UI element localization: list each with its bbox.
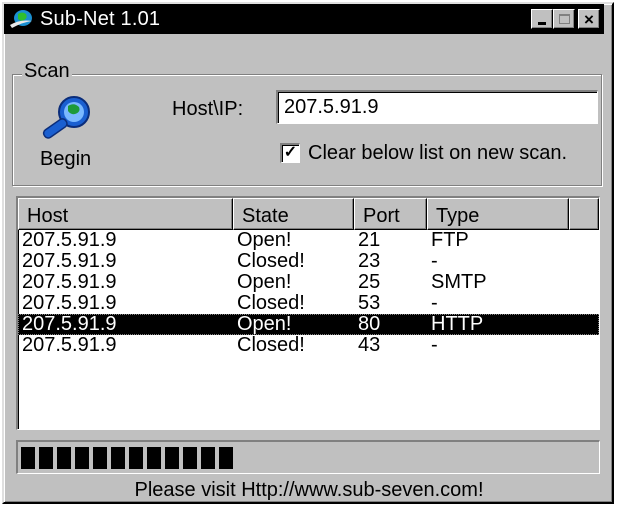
column-type[interactable]: Type — [427, 198, 569, 230]
begin-button[interactable]: Begin — [40, 148, 91, 171]
close-button[interactable]: × — [578, 9, 600, 29]
progress-block — [75, 447, 89, 469]
list-body: 207.5.91.9 Open! 21 FTP 207.5.91.9 Close… — [18, 230, 599, 356]
progress-block — [201, 447, 215, 469]
list-row[interactable]: 207.5.91.9 Open! 21 FTP — [18, 230, 599, 251]
cell-port: 21 — [358, 229, 381, 251]
column-filler — [569, 198, 599, 230]
progress-block — [39, 447, 53, 469]
cell-type: - — [431, 292, 438, 314]
checkmark-icon: ✓ — [283, 144, 298, 161]
progress-block — [93, 447, 107, 469]
title-bar[interactable]: Sub-Net 1.01 × — [4, 4, 604, 34]
clear-list-label[interactable]: Clear below list on new scan. — [308, 142, 567, 165]
column-state[interactable]: State — [233, 198, 354, 230]
progress-block — [183, 447, 197, 469]
progress-block — [57, 447, 71, 469]
scan-group-label: Scan — [22, 60, 72, 83]
cell-type: - — [431, 334, 438, 356]
progress-block — [111, 447, 125, 469]
minimize-button[interactable] — [531, 9, 553, 29]
scan-progress-bar — [16, 440, 600, 474]
list-row[interactable]: 207.5.91.9 Open! 25 SMTP — [18, 272, 599, 293]
cell-port: 43 — [358, 334, 381, 356]
cell-state: Closed! — [237, 292, 305, 314]
cell-type: SMTP — [431, 271, 487, 293]
window-controls: × — [531, 9, 600, 29]
host-ip-label: Host\IP: — [172, 98, 244, 120]
cell-host: 207.5.91.9 — [22, 292, 117, 314]
column-port[interactable]: Port — [354, 198, 427, 230]
cell-host: 207.5.91.9 — [22, 334, 117, 356]
list-row[interactable]: 207.5.91.9 Closed! 23 - — [18, 251, 599, 272]
progress-block — [147, 447, 161, 469]
cell-state: Closed! — [237, 334, 305, 356]
list-row[interactable]: 207.5.91.9 Closed! 53 - — [18, 293, 599, 314]
cell-host: 207.5.91.9 — [22, 271, 117, 293]
cell-state: Open! — [237, 313, 292, 335]
cell-state: Open! — [237, 271, 292, 293]
cell-type: - — [431, 250, 438, 272]
cell-host: 207.5.91.9 — [22, 313, 117, 335]
cell-type: HTTP — [431, 313, 484, 335]
cell-type: FTP — [431, 229, 469, 251]
clear-list-checkbox[interactable]: ✓ — [280, 143, 300, 163]
website-footer-text: Please visit Http://www.sub-seven.com! — [134, 479, 484, 501]
host-ip-input[interactable] — [276, 90, 598, 124]
maximize-icon — [558, 14, 570, 24]
cell-host: 207.5.91.9 — [22, 229, 117, 251]
progress-block — [21, 447, 35, 469]
list-row-selected[interactable]: 207.5.91.9 Open! 80 HTTP — [18, 314, 599, 335]
cell-port: 23 — [358, 250, 381, 272]
cell-state: Open! — [237, 229, 292, 251]
cell-state: Closed! — [237, 250, 305, 272]
cell-host: 207.5.91.9 — [22, 250, 117, 272]
cell-port: 25 — [358, 271, 381, 293]
column-host[interactable]: Host — [18, 198, 233, 230]
globe-icon — [10, 10, 32, 28]
globe-magnifier-icon[interactable] — [36, 94, 96, 144]
minimize-icon — [538, 21, 546, 25]
window-title: Sub-Net 1.01 — [40, 7, 161, 30]
results-list[interactable]: Host State Port Type 207.5.91.9 Open! 21… — [16, 196, 600, 430]
cell-port: 53 — [358, 292, 381, 314]
progress-block — [219, 447, 233, 469]
maximize-button[interactable] — [553, 9, 575, 29]
progress-block — [129, 447, 143, 469]
list-row[interactable]: 207.5.91.9 Closed! 43 - — [18, 335, 599, 356]
progress-block — [165, 447, 179, 469]
list-header: Host State Port Type — [18, 198, 599, 230]
cell-port: 80 — [358, 313, 381, 335]
